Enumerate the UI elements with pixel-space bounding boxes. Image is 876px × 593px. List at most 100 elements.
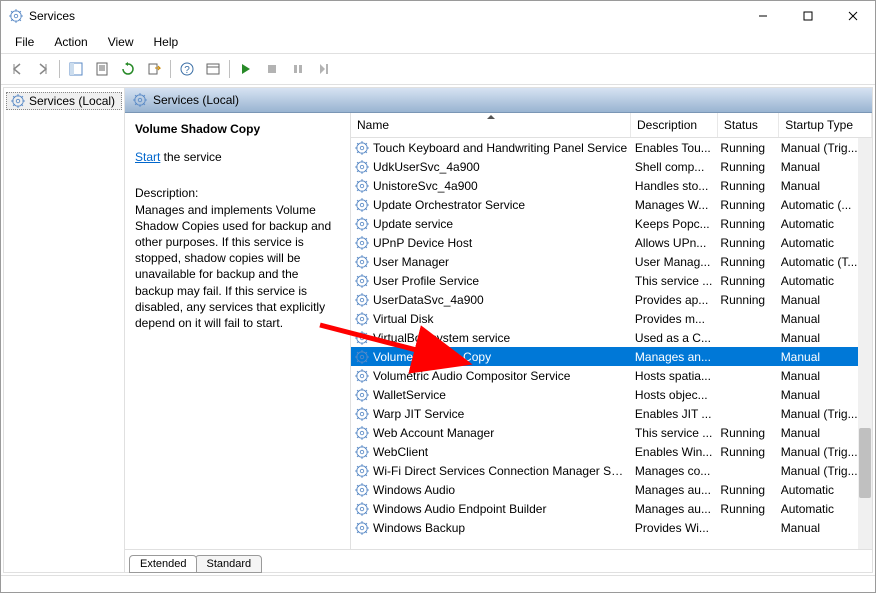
cell-name: Wi-Fi Direct Services Connection Manager… [373,464,635,478]
cell-name: Update Orchestrator Service [373,198,635,212]
cell-description: Manages au... [635,502,720,516]
service-icon [355,255,369,269]
service-row[interactable]: User Profile ServiceThis service ...Runn… [351,271,872,290]
cell-name: User Profile Service [373,274,635,288]
menu-help[interactable]: Help [144,33,189,51]
column-header-row: Name Description Status Startup Type [351,113,872,138]
tree-item-services-local[interactable]: Services (Local) [6,92,122,110]
cell-status: Running [720,160,780,174]
service-row[interactable]: UnistoreSvc_4a900Handles sto...RunningMa… [351,176,872,195]
service-icon [355,350,369,364]
cell-description: Hosts objec... [635,388,720,402]
service-row[interactable]: Windows BackupProvides Wi...Manual [351,518,872,537]
services-window: Services File Action View Help ? [0,0,876,593]
restart-service-button[interactable] [312,57,336,81]
cell-description: Provides Wi... [635,521,720,535]
toolbar: ? [1,54,875,85]
col-name[interactable]: Name [351,113,631,137]
status-bar [1,575,875,592]
list-body[interactable]: Touch Keyboard and Handwriting Panel Ser… [351,138,872,549]
description-pane: Volume Shadow Copy Start the service Des… [125,113,350,549]
cell-description: Provides m... [635,312,720,326]
cell-name: Volume Shadow Copy [373,350,635,364]
service-icon [355,198,369,212]
cell-name: UdkUserSvc_4a900 [373,160,635,174]
cell-description: Shell comp... [635,160,720,174]
cell-description: User Manag... [635,255,720,269]
maximize-button[interactable] [785,1,830,31]
show-hide-tree-button[interactable] [64,57,88,81]
tab-strip: Extended Standard [125,549,872,572]
service-list: Name Description Status Startup Type Tou… [350,113,872,549]
tab-standard[interactable]: Standard [195,555,262,573]
service-row[interactable]: Virtual DiskProvides m...Manual [351,309,872,328]
cell-name: WebClient [373,445,635,459]
services-icon [133,93,147,107]
cell-description: Used as a C... [635,331,720,345]
cell-description: This service ... [635,274,720,288]
props-dialog-button[interactable] [201,57,225,81]
col-startup[interactable]: Startup Type [779,113,872,137]
properties-button[interactable] [90,57,114,81]
close-button[interactable] [830,1,875,31]
service-row[interactable]: Warp JIT ServiceEnables JIT ...Manual (T… [351,404,872,423]
service-row[interactable]: Web Account ManagerThis service ...Runni… [351,423,872,442]
cell-status: Running [720,293,780,307]
service-row[interactable]: Windows Audio Endpoint BuilderManages au… [351,499,872,518]
cell-status: Running [720,198,780,212]
scrollbar-thumb[interactable] [859,428,871,498]
service-row[interactable]: Volume Shadow CopyManages an...Manual [351,347,872,366]
cell-status: Running [720,445,780,459]
stop-service-button[interactable] [260,57,284,81]
tab-extended[interactable]: Extended [129,555,197,573]
cell-name: Web Account Manager [373,426,635,440]
service-row[interactable]: Update serviceKeeps Popc...RunningAutoma… [351,214,872,233]
scrollbar[interactable] [858,138,872,549]
service-icon [355,217,369,231]
service-row[interactable]: Volumetric Audio Compositor ServiceHosts… [351,366,872,385]
minimize-button[interactable] [740,1,785,31]
service-icon [355,502,369,516]
cell-status: Running [720,274,780,288]
export-list-button[interactable] [142,57,166,81]
cell-name: Windows Audio Endpoint Builder [373,502,635,516]
service-row[interactable]: UdkUserSvc_4a900Shell comp...RunningManu… [351,157,872,176]
refresh-button[interactable] [116,57,140,81]
cell-name: Windows Backup [373,521,635,535]
service-row[interactable]: User ManagerUser Manag...RunningAutomati… [351,252,872,271]
start-link[interactable]: Start [135,150,160,164]
cell-name: UnistoreSvc_4a900 [373,179,635,193]
cell-description: Manages W... [635,198,720,212]
tree-pane[interactable]: Services (Local) [4,88,125,572]
svg-text:?: ? [184,65,190,76]
service-row[interactable]: UPnP Device HostAllows UPn...RunningAuto… [351,233,872,252]
cell-status: Running [720,255,780,269]
service-row[interactable]: VirtualBox system serviceUsed as a C...M… [351,328,872,347]
cell-description: Enables Tou... [635,141,720,155]
start-service-button[interactable] [234,57,258,81]
service-icon [355,388,369,402]
menu-action[interactable]: Action [44,33,97,51]
menu-file[interactable]: File [5,33,44,51]
cell-name: VirtualBox system service [373,331,635,345]
col-status[interactable]: Status [718,113,779,137]
service-icon [355,407,369,421]
title-bar[interactable]: Services [1,1,875,31]
col-description[interactable]: Description [631,113,718,137]
cell-status: Running [720,426,780,440]
services-icon [11,94,25,108]
service-row[interactable]: WebClientEnables Win...RunningManual (Tr… [351,442,872,461]
service-row[interactable]: Windows AudioManages au...RunningAutomat… [351,480,872,499]
help-button[interactable]: ? [175,57,199,81]
service-row[interactable]: Update Orchestrator ServiceManages W...R… [351,195,872,214]
service-row[interactable]: Wi-Fi Direct Services Connection Manager… [351,461,872,480]
nav-forward-button[interactable] [31,57,55,81]
cell-name: UserDataSvc_4a900 [373,293,635,307]
menu-view[interactable]: View [98,33,144,51]
service-row[interactable]: UserDataSvc_4a900Provides ap...RunningMa… [351,290,872,309]
cell-name: Update service [373,217,635,231]
service-row[interactable]: Touch Keyboard and Handwriting Panel Ser… [351,138,872,157]
pause-service-button[interactable] [286,57,310,81]
service-row[interactable]: WalletServiceHosts objec...Manual [351,385,872,404]
nav-back-button[interactable] [5,57,29,81]
